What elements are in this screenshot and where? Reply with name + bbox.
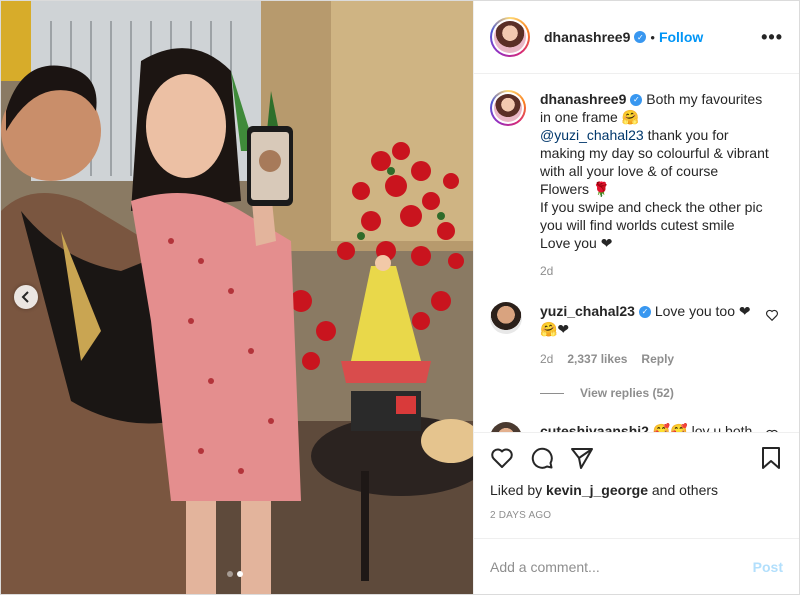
carousel-prev-button[interactable] bbox=[14, 285, 38, 309]
caption-text: dhanashree9 ✓ Both my favourites in one f… bbox=[540, 90, 770, 280]
view-replies-button[interactable]: View replies (52) bbox=[540, 386, 783, 400]
header-username[interactable]: dhanashree9 bbox=[544, 29, 630, 45]
liked-by-user[interactable]: kevin_j_george bbox=[546, 482, 648, 498]
carousel-indicator bbox=[227, 571, 243, 577]
more-options-icon[interactable]: ••• bbox=[761, 27, 783, 48]
carousel-dot-active bbox=[237, 571, 243, 577]
comment-time[interactable]: 2d bbox=[540, 350, 553, 368]
photo-illustration bbox=[1, 1, 473, 594]
chevron-left-icon bbox=[21, 291, 29, 303]
replies-divider bbox=[540, 392, 564, 394]
comment-item: yuzi_chahal23 ✓ Love you too ❤ 🤗❤ 2d 2,33… bbox=[490, 302, 783, 368]
likes-suffix[interactable]: and others bbox=[648, 482, 718, 498]
instagram-post: dhanashree9 ✓ • Follow ••• dhanashree9 ✓ … bbox=[0, 0, 800, 595]
comment-body: yuzi_chahal23 ✓ Love you too ❤ 🤗❤ 2d 2,33… bbox=[540, 302, 754, 368]
add-comment-bar: Post bbox=[474, 538, 799, 594]
likes-summary: Liked by kevin_j_george and others bbox=[474, 482, 799, 504]
caption-line4: Love you ❤ bbox=[540, 235, 613, 251]
comment-bubble-icon[interactable] bbox=[530, 446, 554, 470]
add-comment-input[interactable] bbox=[490, 558, 753, 575]
comment-meta: 2d 2,337 likes Reply bbox=[540, 350, 754, 368]
comments-section[interactable]: dhanashree9 ✓ Both my favourites in one f… bbox=[474, 74, 799, 432]
caption: dhanashree9 ✓ Both my favourites in one f… bbox=[490, 90, 783, 280]
verified-badge-icon: ✓ bbox=[634, 31, 647, 43]
post-date[interactable]: 2 days ago bbox=[474, 504, 799, 538]
caption-mention[interactable]: @yuzi_chahal23 bbox=[540, 127, 644, 143]
comment-avatar[interactable] bbox=[490, 302, 522, 334]
verified-badge-icon: ✓ bbox=[630, 94, 643, 107]
likes-prefix: Liked by bbox=[490, 482, 547, 498]
bookmark-icon[interactable] bbox=[759, 446, 783, 470]
comment-username[interactable]: cuteshivaanshi2 bbox=[540, 423, 649, 432]
verified-badge-icon: ✓ bbox=[638, 306, 651, 319]
post-sidebar: dhanashree9 ✓ • Follow ••• dhanashree9 ✓ … bbox=[473, 1, 799, 594]
caption-username[interactable]: dhanashree9 bbox=[540, 91, 626, 107]
comment-reply-button[interactable]: Reply bbox=[641, 350, 674, 368]
post-comment-button[interactable]: Post bbox=[753, 559, 783, 575]
share-send-icon[interactable] bbox=[570, 446, 594, 470]
comment-username[interactable]: yuzi_chahal23 bbox=[540, 303, 635, 319]
like-comment-heart-icon[interactable] bbox=[765, 428, 779, 432]
caption-line3: If you swipe and check the other pic you… bbox=[540, 199, 763, 233]
action-bar bbox=[474, 432, 799, 482]
comment-body: cuteshivaanshi2 🥰🥰 lov u both mamu and d… bbox=[540, 422, 754, 432]
avatar[interactable] bbox=[490, 17, 530, 57]
like-comment-heart-icon[interactable] bbox=[765, 308, 779, 322]
post-header: dhanashree9 ✓ • Follow ••• bbox=[474, 1, 799, 74]
caption-avatar[interactable] bbox=[490, 90, 526, 126]
separator: • bbox=[650, 29, 655, 45]
comment-likes[interactable]: 2,337 likes bbox=[567, 350, 627, 368]
carousel-dot bbox=[227, 571, 233, 577]
post-photo[interactable] bbox=[1, 1, 473, 594]
comment-item: cuteshivaanshi2 🥰🥰 lov u both mamu and d… bbox=[490, 422, 783, 432]
like-heart-icon[interactable] bbox=[490, 446, 514, 470]
comment-avatar[interactable] bbox=[490, 422, 522, 432]
view-replies-label: View replies (52) bbox=[580, 386, 674, 400]
follow-button[interactable]: Follow bbox=[659, 29, 703, 45]
caption-time[interactable]: 2d bbox=[540, 262, 770, 280]
